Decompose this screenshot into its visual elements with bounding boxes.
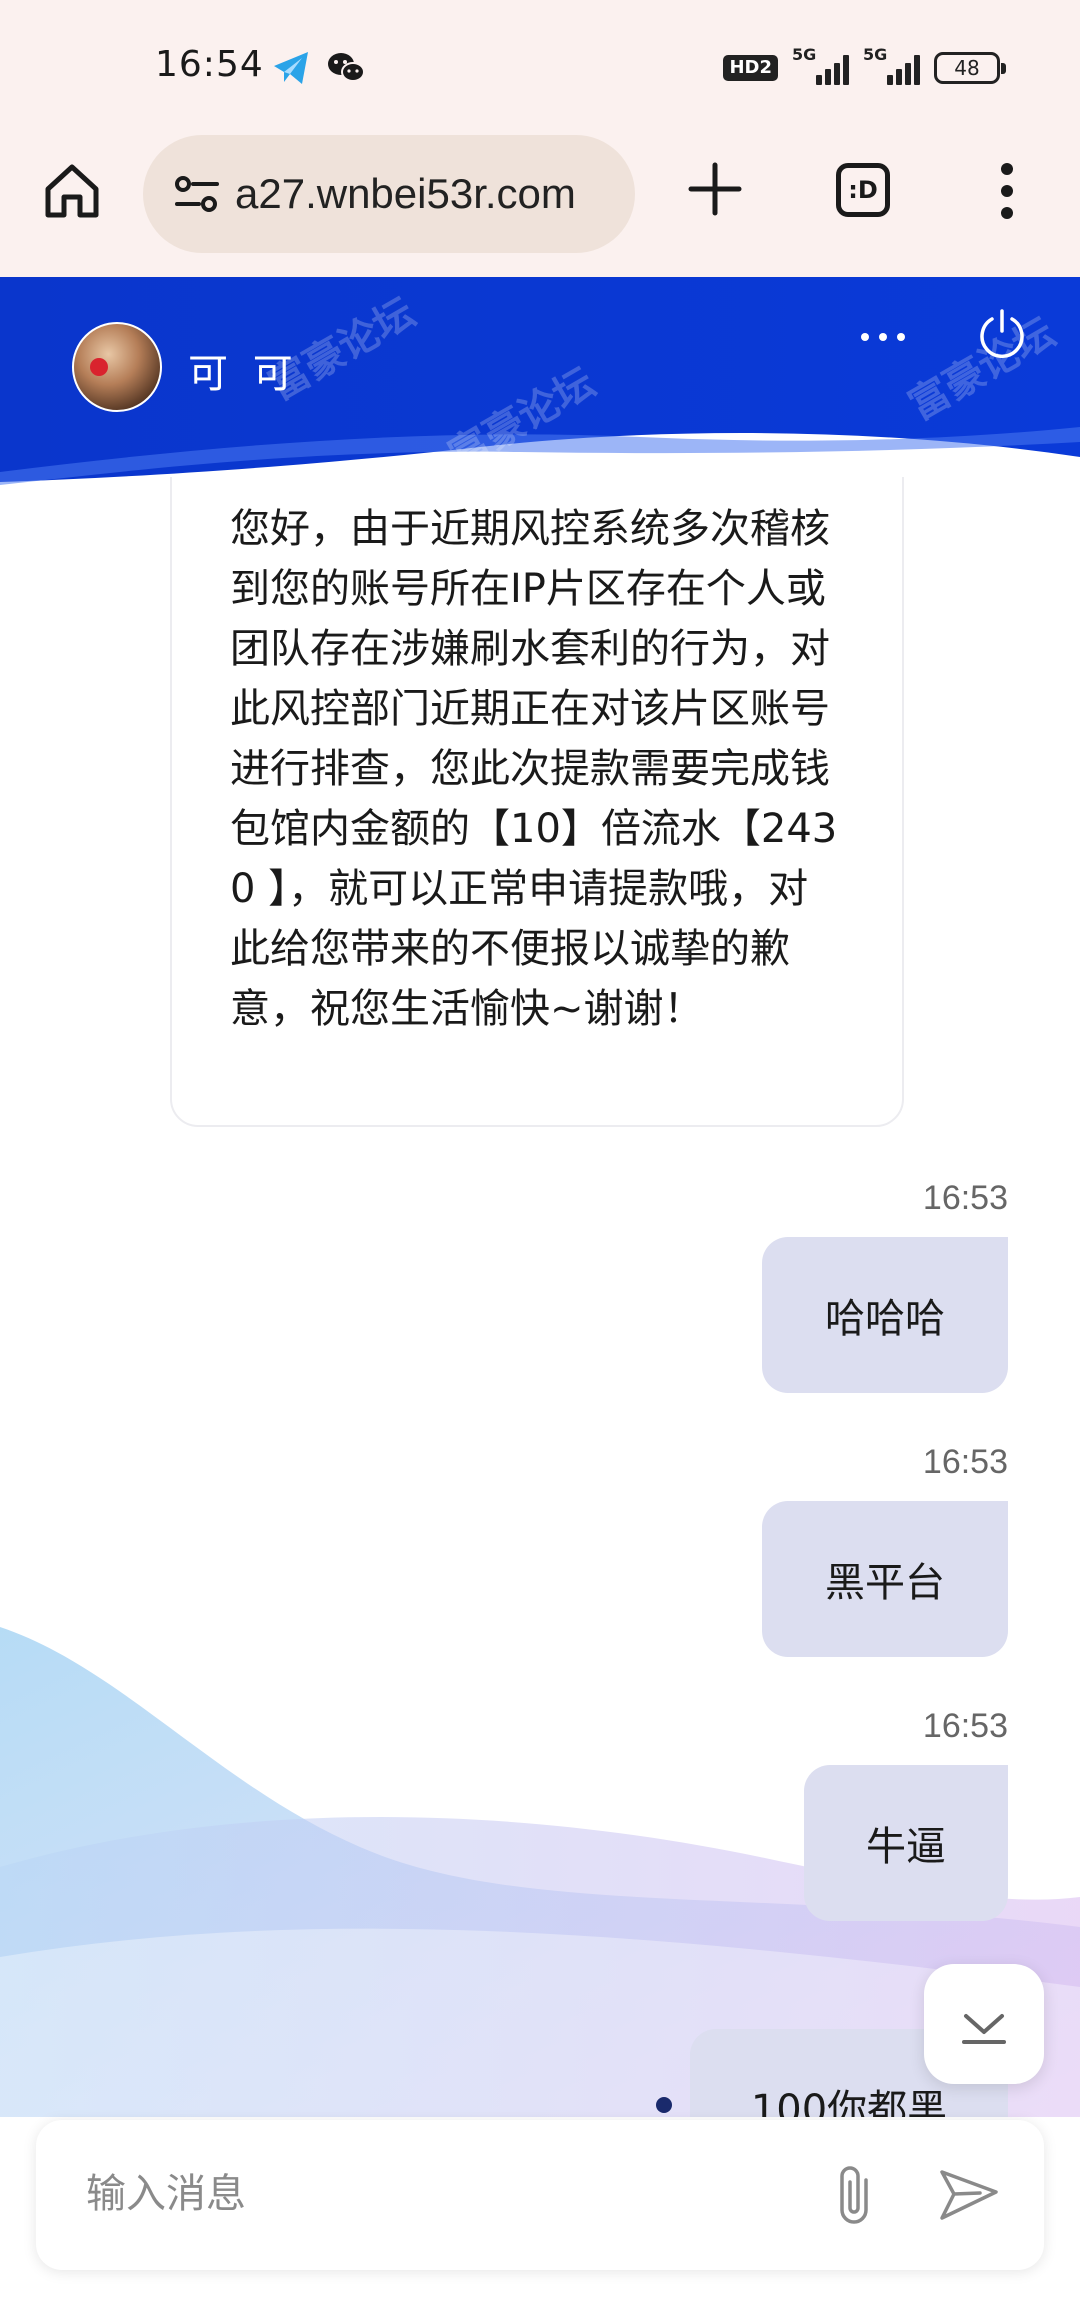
status-bar: 16:54 HD2 5G 5G 48 xyxy=(0,0,1080,135)
status-indicators: HD2 5G 5G 48 xyxy=(723,45,1006,90)
send-icon[interactable] xyxy=(936,2162,1002,2228)
tabs-button[interactable]: :D xyxy=(836,163,890,217)
message-time: 16:53 xyxy=(922,1179,1008,1217)
outgoing-message-text: 黑平台 xyxy=(825,1560,945,1606)
more-vert-icon[interactable] xyxy=(992,159,1022,223)
message-time: 16:53 xyxy=(922,1443,1008,1481)
outgoing-message-bubble[interactable]: 牛逼 xyxy=(804,1765,1008,1921)
incoming-message-bubble[interactable]: 您好，由于近期风控系统多次稽核到您的账号所在IP片区存在个人或团队存在涉嫌刷水套… xyxy=(170,477,904,1127)
signal-icon-1: 5G xyxy=(792,45,849,85)
site-settings-icon[interactable] xyxy=(169,166,225,222)
battery-icon: 48 xyxy=(934,52,1006,84)
chevron-down-icon xyxy=(962,2014,1006,2044)
wechat-icon xyxy=(328,53,365,82)
contact-avatar[interactable] xyxy=(72,322,162,412)
chat-header: 富豪论坛 富豪论坛 富豪论坛 可 可 xyxy=(0,277,1080,487)
outgoing-message-text: 100你都黑 xyxy=(750,2087,948,2117)
incoming-message-text: 您好，由于近期风控系统多次稽核到您的账号所在IP片区存在个人或团队存在涉嫌刷水套… xyxy=(230,506,838,1032)
signal-icon-2: 5G xyxy=(863,45,920,85)
url-text: a27.wnbei53r.com xyxy=(235,170,576,217)
scroll-to-bottom-button[interactable] xyxy=(924,1964,1044,2084)
outgoing-message-text: 哈哈哈 xyxy=(825,1296,945,1342)
message-composer xyxy=(36,2120,1044,2270)
chat-messages[interactable]: 您好，由于近期风控系统多次稽核到您的账号所在IP片区存在个人或团队存在涉嫌刷水套… xyxy=(0,477,1080,2117)
address-bar[interactable]: a27.wnbei53r.com xyxy=(143,135,635,253)
message-input[interactable] xyxy=(86,2164,786,2224)
new-tab-icon[interactable] xyxy=(685,159,745,219)
telegram-icon xyxy=(274,52,308,84)
outgoing-message-bubble[interactable]: 黑平台 xyxy=(762,1501,1008,1657)
contact-name: 可 可 xyxy=(188,351,299,397)
hd-voice-badge: HD2 xyxy=(723,55,778,81)
attachment-icon[interactable] xyxy=(826,2160,886,2230)
home-icon[interactable] xyxy=(40,159,104,223)
status-time: 16:54 xyxy=(155,44,264,85)
outgoing-message-text: 牛逼 xyxy=(866,1824,946,1870)
power-icon[interactable] xyxy=(976,307,1028,359)
outgoing-message-bubble[interactable]: 哈哈哈 xyxy=(762,1237,1008,1393)
unread-dot xyxy=(656,2097,672,2113)
browser-toolbar: a27.wnbei53r.com :D xyxy=(0,135,1080,277)
more-horiz-icon[interactable] xyxy=(858,327,908,347)
message-time: 16:53 xyxy=(922,1707,1008,1745)
